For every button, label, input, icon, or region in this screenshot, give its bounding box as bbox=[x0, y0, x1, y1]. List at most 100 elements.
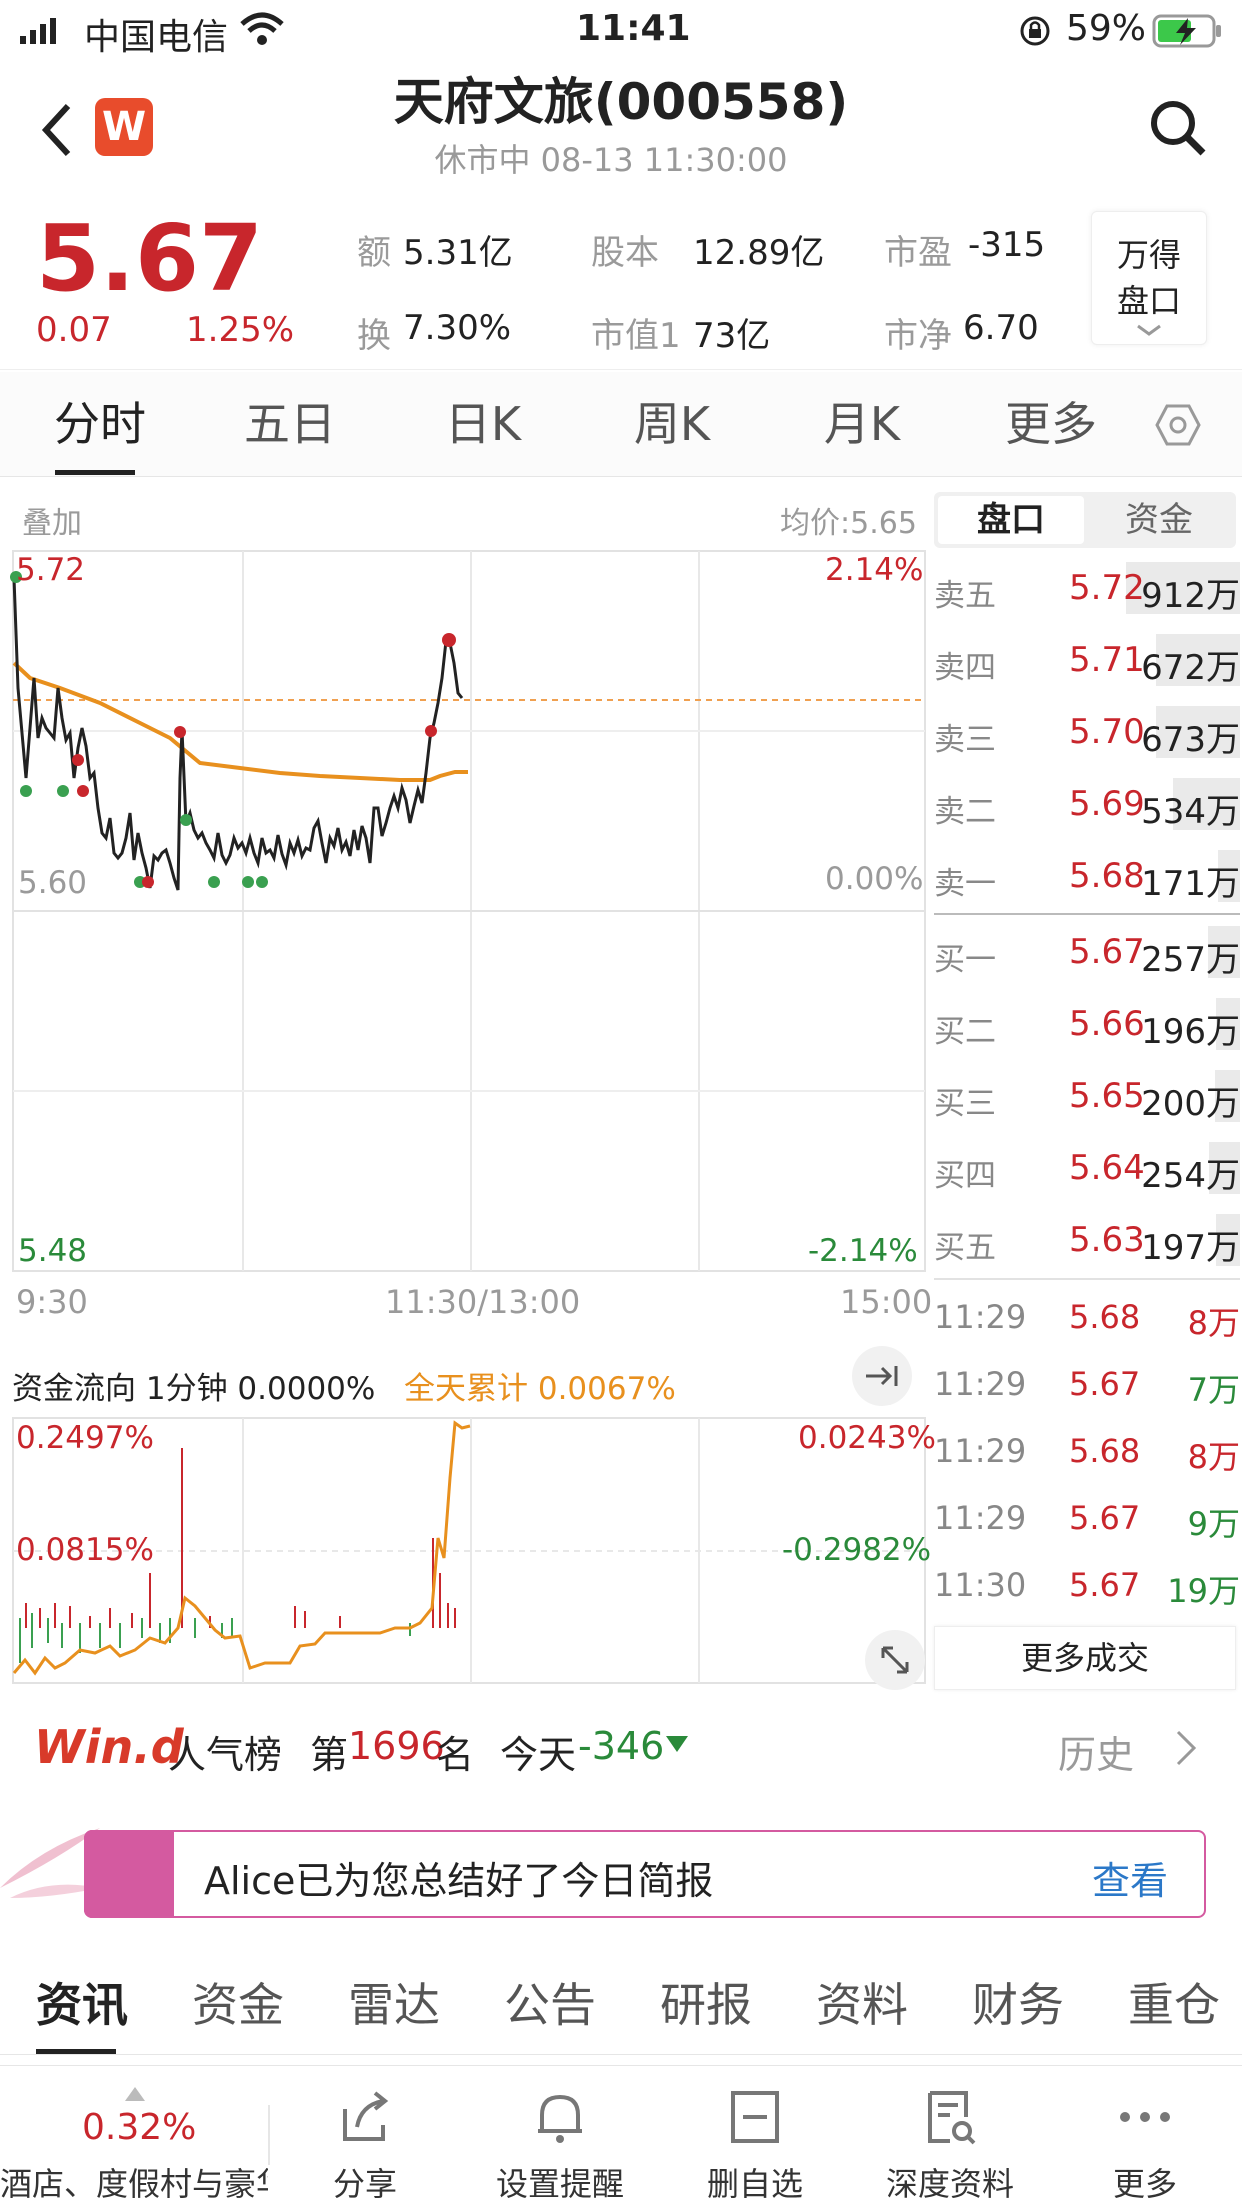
bid-label: 买三 bbox=[934, 1086, 996, 1122]
more-button[interactable]: 更多 bbox=[1055, 2065, 1235, 2208]
tab-financials[interactable]: 财务 bbox=[972, 1955, 1064, 2055]
trade-price: 5.68 bbox=[1069, 1298, 1141, 1336]
tab-five-day[interactable]: 五日 bbox=[215, 372, 365, 477]
bid-price: 5.63 bbox=[1069, 1220, 1145, 1260]
popularity-row[interactable]: Win.d 人气榜 第 1696 名 今天 -346 历史 bbox=[0, 1700, 1242, 1790]
share-icon bbox=[343, 2091, 389, 2141]
document-search-icon bbox=[928, 2091, 976, 2145]
up-triangle-icon bbox=[125, 2087, 145, 2101]
trade-time: 11:29 bbox=[934, 1298, 1027, 1336]
tab-radar[interactable]: 雷达 bbox=[348, 1955, 440, 2055]
history-link[interactable]: 历史 bbox=[1058, 1724, 1134, 1779]
book-tab-bar: 盘口 资金 bbox=[934, 492, 1236, 548]
orientation-lock-icon bbox=[1020, 16, 1050, 46]
flow-axis-left-top: 0.2497% bbox=[16, 1420, 154, 1456]
tab-research[interactable]: 研报 bbox=[660, 1955, 752, 2055]
more-trades-button[interactable]: 更多成交 bbox=[934, 1626, 1236, 1690]
alice-view-button[interactable]: 查看 bbox=[1092, 1850, 1168, 1905]
trade-row: 11:30 5.67 19万 bbox=[934, 1552, 1240, 1619]
ask-volume: 534万 bbox=[1141, 792, 1240, 832]
stat-label: 额 bbox=[357, 233, 391, 273]
deep-info-label: 深度资料 bbox=[885, 2165, 1014, 2203]
bid-label: 买二 bbox=[934, 1014, 996, 1050]
tab-intraday[interactable]: 分时 bbox=[25, 372, 175, 477]
ask-label: 卖五 bbox=[934, 578, 996, 614]
today-label: 今天 bbox=[500, 1733, 577, 1777]
sector-button[interactable]: 0.32% 酒店、度假村与豪华 bbox=[0, 2065, 268, 2208]
remove-watchlist-button[interactable]: 删自选 bbox=[665, 2065, 845, 2208]
y-axis-pct-high: 2.14% bbox=[825, 552, 924, 588]
bid-row: 买五 5.63 197万 bbox=[934, 1204, 1240, 1276]
ask-volume: 672万 bbox=[1141, 648, 1240, 688]
more-label: 更多 bbox=[1112, 2165, 1177, 2203]
ask-volume: 912万 bbox=[1141, 576, 1240, 616]
order-book: 盘口 资金 卖五 5.72 912万 卖四 5.71 672万 卖三 5.70 673万 卖… bbox=[930, 478, 1242, 1700]
signal-icon bbox=[20, 18, 56, 44]
bell-icon bbox=[538, 2094, 582, 2143]
rank-prefix: 第 bbox=[310, 1733, 349, 1777]
flow-axis-left-mid: 0.0815% bbox=[16, 1532, 154, 1568]
bid-volume: 257万 bbox=[1141, 940, 1240, 980]
stat-label: 股本 bbox=[591, 233, 659, 273]
stat-label: 市盈 bbox=[884, 233, 952, 273]
tab-daily-k[interactable]: 日K bbox=[408, 372, 558, 477]
stat-label: 市净 bbox=[884, 316, 952, 356]
set-alert-button[interactable]: 设置提醒 bbox=[470, 2065, 650, 2208]
tab-monthly-k[interactable]: 月K bbox=[787, 372, 937, 477]
settings-icon[interactable] bbox=[1155, 402, 1201, 448]
tab-announcements[interactable]: 公告 bbox=[504, 1955, 596, 2055]
tab-more[interactable]: 更多 bbox=[976, 372, 1126, 477]
alice-banner[interactable]: Alice已为您总结好了今日简报 查看 bbox=[0, 1820, 1242, 1920]
ask-price: 5.71 bbox=[1069, 640, 1145, 680]
share-button[interactable]: 分享 bbox=[275, 2065, 455, 2208]
price-change-pct: 1.25% bbox=[186, 310, 295, 350]
flow-axis-right-top: 0.0243% bbox=[798, 1420, 936, 1456]
remove-square-icon bbox=[731, 2091, 779, 2143]
search-icon[interactable] bbox=[1148, 98, 1208, 158]
tab-capital[interactable]: 资金 bbox=[192, 1955, 284, 2055]
price-change: 0.07 bbox=[36, 310, 112, 350]
tab-holdings[interactable]: 重仓 bbox=[1128, 1955, 1220, 2055]
rank-value: 1696 bbox=[348, 1724, 445, 1768]
x-axis-close: 15:00 bbox=[840, 1283, 933, 1321]
y-axis-pct-low: -2.14% bbox=[808, 1233, 918, 1269]
x-axis-midday: 11:30/13:00 bbox=[385, 1283, 581, 1321]
tab-news[interactable]: 资讯 bbox=[36, 1955, 128, 2055]
fullscreen-button[interactable] bbox=[865, 1630, 925, 1690]
news-tabs: 资讯 资金 雷达 公告 研报 资料 财务 重仓 bbox=[0, 1955, 1242, 2055]
stat-value: 6.70 bbox=[963, 308, 1039, 348]
trade-time: 11:29 bbox=[934, 1432, 1027, 1470]
tab-weekly-k[interactable]: 周K bbox=[597, 372, 747, 477]
y-axis-mid: 5.60 bbox=[18, 865, 88, 901]
deep-info-button[interactable]: 深度资料 bbox=[860, 2065, 1040, 2208]
tab-funds[interactable]: 资金 bbox=[1086, 496, 1232, 544]
tab-profile[interactable]: 资料 bbox=[816, 1955, 908, 2055]
more-dots-icon bbox=[1120, 2112, 1170, 2122]
sector-name: 酒店、度假村与豪华 bbox=[0, 2165, 268, 2203]
stat-value: 7.30% bbox=[403, 308, 512, 348]
fullscreen-icon bbox=[881, 1646, 909, 1674]
chevron-right-icon bbox=[1176, 1730, 1197, 1766]
ask-price: 5.72 bbox=[1069, 568, 1145, 608]
bid-label: 买一 bbox=[934, 942, 996, 978]
alice-text: Alice已为您总结好了今日简报 bbox=[204, 1859, 714, 1903]
trade-time: 11:30 bbox=[934, 1566, 1027, 1604]
bid-row: 买二 5.66 196万 bbox=[934, 988, 1240, 1060]
y-axis-high: 5.72 bbox=[16, 552, 86, 588]
ask-row: 卖二 5.69 534万 bbox=[934, 768, 1240, 840]
expand-right-button[interactable] bbox=[852, 1346, 912, 1406]
battery-icon bbox=[1152, 14, 1221, 48]
bid-row: 买四 5.64 254万 bbox=[934, 1132, 1240, 1204]
trade-volume: 8万 bbox=[1187, 1304, 1240, 1342]
chevron-down-icon bbox=[1137, 324, 1161, 336]
trade-time: 11:29 bbox=[934, 1365, 1027, 1403]
clock: 11:41 bbox=[576, 8, 691, 49]
sector-change: 0.32% bbox=[82, 2107, 197, 2148]
trade-volume: 7万 bbox=[1187, 1371, 1240, 1409]
wande-panel-button[interactable]: 万得 盘口 bbox=[1091, 211, 1207, 345]
tab-order-book[interactable]: 盘口 bbox=[938, 496, 1084, 544]
price-chart[interactable] bbox=[0, 478, 930, 1700]
bid-price: 5.64 bbox=[1069, 1148, 1145, 1188]
trade-volume: 19万 bbox=[1167, 1572, 1240, 1610]
set-alert-label: 设置提醒 bbox=[495, 2165, 624, 2203]
